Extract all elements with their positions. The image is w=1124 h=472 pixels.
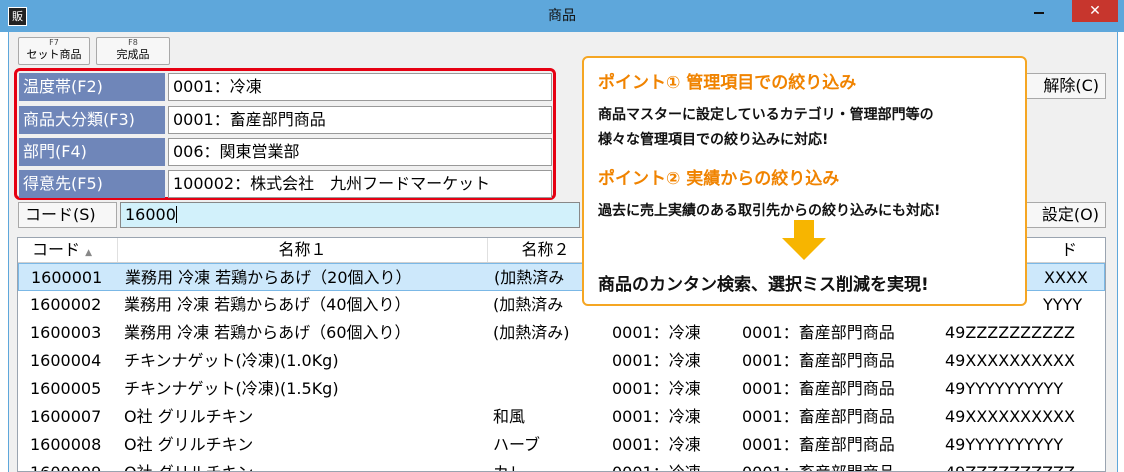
callout-summary: 商品のカンタン検索、選択ミス削減を実現! xyxy=(598,275,929,295)
table-row[interactable]: 1600008 O社 グリルチキン ハーブ 0001：冷凍 0001：畜産部門商… xyxy=(18,431,1105,459)
department-label[interactable]: 部門(F4) xyxy=(19,138,165,166)
text-caret xyxy=(175,206,177,223)
temperature-zone-label[interactable]: 温度帯(F2) xyxy=(19,73,165,101)
customer-field[interactable]: 100002：株式会社 九州フードマーケット xyxy=(168,170,552,198)
cell-code: 1600008 xyxy=(30,435,102,454)
window-title: 商品 xyxy=(548,8,576,24)
table-row[interactable]: 1600004 チキンナゲット(冷凍)(1.0Kg) 0001：冷凍 0001：… xyxy=(18,347,1105,375)
cell-name2: ハーブ xyxy=(493,435,541,454)
cell-temperature: 0001：冷凍 xyxy=(612,407,701,426)
department-field[interactable]: 006：関東営業部 xyxy=(168,138,552,166)
cell-name2: (加熱済み) xyxy=(493,323,570,342)
product-category-field[interactable]: 0001：畜産部門商品 xyxy=(168,106,552,134)
cell-temperature: 0001：冷凍 xyxy=(612,379,701,398)
minimize-icon[interactable] xyxy=(1034,12,1044,14)
cell-code: 1600001 xyxy=(31,268,103,287)
down-arrow-icon xyxy=(782,220,826,260)
cell-name1: チキンナゲット(冷凍)(1.5Kg) xyxy=(124,379,339,398)
cell-name1: 業務用 冷凍 若鶏からあげ（60個入り） xyxy=(124,323,411,342)
set-item-button[interactable]: F7 セット商品 xyxy=(18,37,90,65)
cell-temperature: 0001：冷凍 xyxy=(612,459,701,471)
cell-jan: 49ZZZZZZZZZZ xyxy=(945,323,1075,342)
cell-category: 0001：畜産部門商品 xyxy=(742,459,895,471)
cell-jan: 49YYYYYYYYYY xyxy=(945,435,1064,454)
fkey-label: F7 xyxy=(49,38,59,47)
title-bar: 販 商品 ✕ xyxy=(0,0,1124,32)
point2-text: 過去に売上実績のある取引先からの絞り込みにも対応! xyxy=(598,203,941,219)
cell-category: 0001：畜産部門商品 xyxy=(742,379,895,398)
finished-goods-button[interactable]: F8 完成品 xyxy=(96,37,170,65)
product-category-label[interactable]: 商品大分類(F3) xyxy=(19,106,165,134)
close-button[interactable]: ✕ xyxy=(1072,0,1118,22)
cell-name1: チキンナゲット(冷凍)(1.0Kg) xyxy=(124,351,339,370)
cell-name1: O社 グリルチキン xyxy=(124,407,254,426)
temperature-zone-field[interactable]: 0001：冷凍 xyxy=(168,73,552,101)
cell-jan: 49ZZZZZZZZZZ xyxy=(945,459,1075,471)
cell-jan: YYYY xyxy=(1043,295,1083,314)
cell-name1: 業務用 冷凍 若鶏からあげ（20個入り） xyxy=(125,268,412,287)
cell-temperature: 0001：冷凍 xyxy=(612,323,701,342)
cell-category: 0001：畜産部門商品 xyxy=(742,435,895,454)
point1-text-line1: 商品マスターに設定しているカテゴリ・管理部門等の xyxy=(598,107,934,123)
fkey-label: F8 xyxy=(128,38,138,47)
cell-code: 1600009 xyxy=(30,459,101,471)
code-search-input[interactable]: 16000 xyxy=(120,202,580,228)
column-header-name1[interactable]: 名称１ xyxy=(118,238,488,262)
column-title: コード xyxy=(32,240,81,259)
cell-temperature: 0001：冷凍 xyxy=(612,435,701,454)
column-header-code[interactable]: コード ▲ xyxy=(18,238,118,262)
cell-code: 1600003 xyxy=(30,323,102,342)
cell-temperature: 0001：冷凍 xyxy=(612,351,701,370)
cell-name1: 業務用 冷凍 若鶏からあげ（40個入り） xyxy=(124,295,411,314)
cell-jan: 49XXXXXXXXXX xyxy=(945,351,1075,370)
cell-name2: 和風 xyxy=(493,407,526,426)
point1-text-line2: 様々な管理項目での絞り込みに対応! xyxy=(598,132,829,148)
cell-code: 1600007 xyxy=(30,407,102,426)
button-label: セット商品 xyxy=(26,48,82,61)
cell-code: 1600005 xyxy=(30,379,102,398)
cell-category: 0001：畜産部門商品 xyxy=(742,407,895,426)
point1-heading: ポイント① 管理項目での絞り込み xyxy=(598,73,857,93)
cell-category: 0001：畜産部門商品 xyxy=(742,323,895,342)
button-label: 完成品 xyxy=(116,48,150,61)
table-row[interactable]: 1600007 O社 グリルチキン 和風 0001：冷凍 0001：畜産部門商品… xyxy=(18,403,1105,431)
cell-jan: XXXX xyxy=(1044,268,1088,287)
code-search-label[interactable]: コード(S) xyxy=(18,202,117,228)
cell-code: 1600004 xyxy=(30,351,102,370)
cell-code: 1600002 xyxy=(30,295,102,314)
cell-jan: 49XXXXXXXXXX xyxy=(945,407,1075,426)
sort-ascending-icon: ▲ xyxy=(85,248,93,258)
table-row[interactable]: 1600005 チキンナゲット(冷凍)(1.5Kg) 0001：冷凍 0001：… xyxy=(18,375,1105,403)
feature-callout: ポイント① 管理項目での絞り込み 商品マスターに設定しているカテゴリ・管理部門等… xyxy=(582,56,1027,306)
point2-heading: ポイント② 実績からの絞り込み xyxy=(598,169,840,189)
cell-category: 0001：畜産部門商品 xyxy=(742,351,895,370)
cell-name2: カレー xyxy=(493,459,541,471)
customer-label[interactable]: 得意先(F5) xyxy=(19,170,165,198)
code-search-value: 16000 xyxy=(125,205,176,224)
cell-name2: (加熱済み xyxy=(494,268,565,287)
cell-name1: O社 グリルチキン xyxy=(124,435,254,454)
cell-name2: (加熱済み xyxy=(493,295,564,314)
table-row[interactable]: 1600009 O社 グリルチキン カレー 0001：冷凍 0001：畜産部門商… xyxy=(18,459,1105,471)
table-row[interactable]: 1600003 業務用 冷凍 若鶏からあげ（60個入り） (加熱済み) 0001… xyxy=(18,319,1105,347)
cell-jan: 49YYYYYYYYYY xyxy=(945,379,1064,398)
cell-name1: O社 グリルチキン xyxy=(124,459,253,471)
